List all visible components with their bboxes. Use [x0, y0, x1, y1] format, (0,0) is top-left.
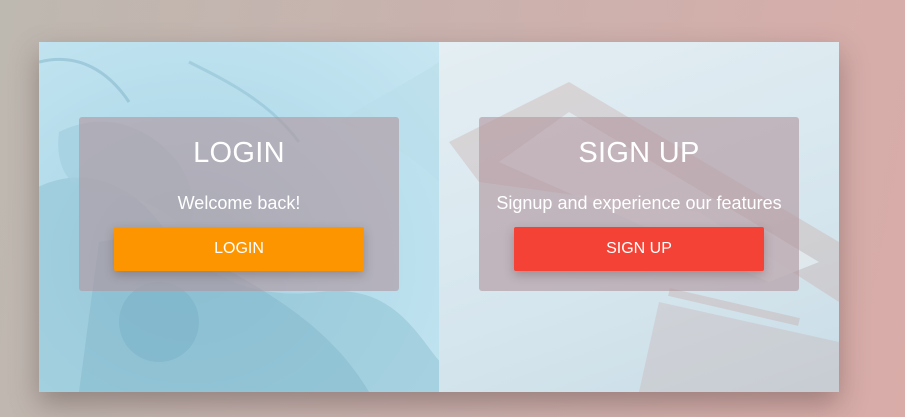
signup-panel: SIGN UP Signup and experience our featur…: [439, 42, 839, 392]
signup-button[interactable]: SIGN UP: [514, 227, 764, 271]
login-panel: LOGIN Welcome back! LOGIN: [39, 42, 439, 392]
auth-container: LOGIN Welcome back! LOGIN SIGN UP Signup…: [39, 42, 839, 392]
signup-title: SIGN UP: [578, 137, 700, 169]
login-button[interactable]: LOGIN: [114, 227, 364, 271]
login-title: LOGIN: [193, 137, 285, 169]
login-subtitle: Welcome back!: [177, 193, 301, 213]
login-card: LOGIN Welcome back! LOGIN: [79, 117, 399, 291]
signup-subtitle: Signup and experience our features: [496, 193, 782, 213]
signup-card: SIGN UP Signup and experience our featur…: [479, 117, 799, 291]
